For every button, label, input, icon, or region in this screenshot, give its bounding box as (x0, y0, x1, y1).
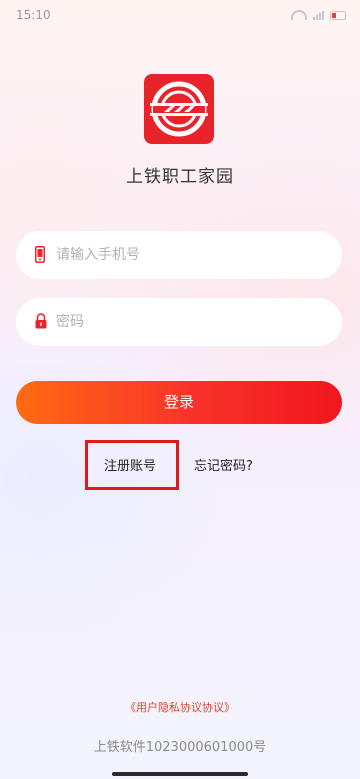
status-icons (291, 10, 346, 20)
password-input[interactable] (56, 298, 326, 346)
phone-field[interactable] (16, 231, 342, 279)
home-indicator (112, 772, 248, 776)
lock-icon (35, 313, 47, 329)
forgot-password-link[interactable]: 忘记密码? (194, 455, 253, 474)
privacy-policy-link[interactable]: 《用户隐私协议协议》 (0, 699, 360, 715)
signal-icon (313, 10, 324, 20)
phone-icon (35, 246, 45, 263)
app-title: 上铁职工家园 (126, 167, 234, 187)
license-text: 上铁软件1023000601000号 (93, 740, 267, 755)
password-field[interactable] (16, 298, 342, 346)
wifi-icon (291, 10, 307, 20)
status-bar: 15:10 (0, 0, 360, 30)
login-button[interactable]: 登录 (16, 381, 342, 424)
railway-logo-icon (150, 81, 208, 137)
app-logo (144, 74, 214, 144)
phone-input[interactable] (56, 231, 326, 279)
register-link[interactable]: 注册账号 (104, 455, 156, 474)
status-time: 15:10 (16, 8, 51, 22)
battery-icon (330, 10, 346, 20)
